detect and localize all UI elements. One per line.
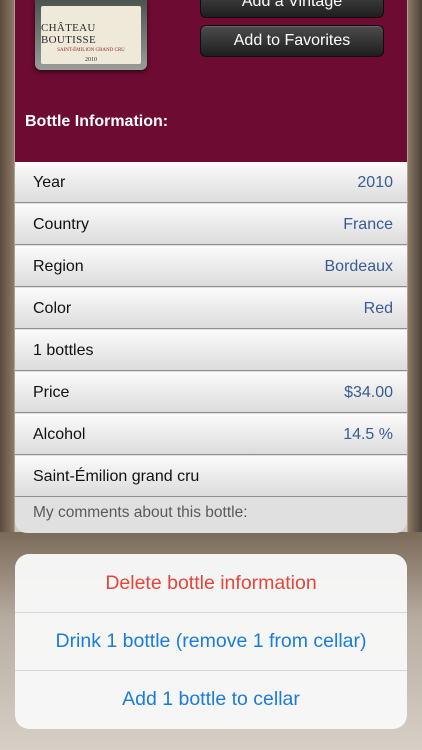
bottle-label-image: CHÂTEAU BOUTISSE SAINT-ÉMILION GRAND CRU… (41, 6, 141, 64)
row-label: Alcohol (33, 426, 86, 443)
row-label: Price (33, 384, 70, 401)
action-sheet: Delete bottle information Drink 1 bottle… (15, 554, 407, 729)
section-title: Bottle Information: (25, 113, 169, 130)
row-label: Color (33, 300, 72, 317)
row-value: France (343, 216, 393, 233)
row-color[interactable]: Color Red (15, 288, 407, 329)
comments-field[interactable]: My comments about this bottle: (33, 504, 248, 522)
bottle-photo[interactable]: CHÂTEAU BOUTISSE SAINT-ÉMILION GRAND CRU… (35, 0, 147, 70)
row-value: $34.00 (344, 384, 393, 401)
row-bottle-count[interactable]: 1 bottles (15, 330, 407, 371)
row-label: Region (33, 258, 84, 275)
row-region[interactable]: Region Bordeaux (15, 246, 407, 287)
bottle-label-name: CHÂTEAU BOUTISSE (41, 22, 96, 46)
add-to-favorites-button[interactable]: Add to Favorites (200, 25, 384, 57)
wine-header: CHÂTEAU BOUTISSE SAINT-ÉMILION GRAND CRU… (15, 0, 407, 162)
row-appellation[interactable]: Saint-Émilion grand cru (15, 456, 407, 497)
bottle-label-year: 2010 (85, 57, 97, 63)
row-alcohol[interactable]: Alcohol 14.5 % (15, 414, 407, 455)
add-vintage-button[interactable]: Add a Vintage (200, 0, 384, 18)
bottle-label-sub: SAINT-ÉMILION GRAND CRU (57, 48, 125, 53)
row-label: 1 bottles (33, 342, 94, 359)
row-value: 2010 (357, 174, 393, 191)
row-country[interactable]: Country France (15, 204, 407, 245)
drink-bottle-button[interactable]: Drink 1 bottle (remove 1 from cellar) (15, 612, 407, 670)
row-value: Red (363, 300, 393, 317)
bottle-info-table: Year 2010 Country France Region Bordeaux… (15, 162, 407, 533)
row-year[interactable]: Year 2010 (15, 162, 407, 203)
row-label: Year (33, 174, 66, 191)
add-bottle-button[interactable]: Add 1 bottle to cellar (15, 670, 407, 728)
row-value: Bordeaux (324, 258, 394, 275)
row-label: Saint-Émilion grand cru (33, 468, 200, 485)
delete-bottle-button[interactable]: Delete bottle information (15, 554, 407, 612)
row-value: 14.5 % (343, 426, 393, 443)
row-price[interactable]: Price $34.00 (15, 372, 407, 413)
row-label: Country (33, 216, 90, 233)
